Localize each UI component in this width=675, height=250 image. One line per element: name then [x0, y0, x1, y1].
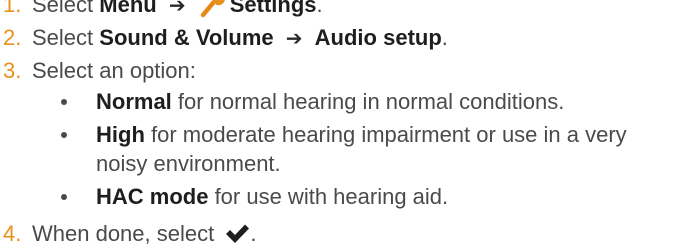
option-desc: for moderate hearing impairment or use i…	[144, 122, 627, 147]
step-suffix: .	[441, 25, 448, 50]
step-suffix: .	[316, 0, 323, 17]
step-suffix: .	[250, 221, 257, 246]
step-number: 2.	[3, 25, 22, 50]
bullet-icon	[61, 194, 67, 200]
step-number: 3.	[3, 58, 22, 83]
step-text: Select Menu ➔ Settings.	[32, 0, 323, 23]
bullet-icon	[61, 132, 67, 138]
step-text: Select an option:	[32, 58, 196, 83]
option-desc: for use with hearing aid.	[208, 184, 449, 209]
step-prefix: When done, select	[32, 221, 215, 246]
sound-volume-term: Sound & Volume	[99, 25, 274, 50]
step-number: 1.	[3, 0, 22, 17]
option-term: Normal	[96, 89, 172, 114]
right-arrow-icon: ➔	[285, 28, 303, 50]
step-3: 3. Select an option:	[0, 54, 675, 87]
bullet-icon	[61, 99, 67, 105]
right-arrow-icon: ➔	[168, 0, 186, 17]
option-text: HAC mode for use with hearing aid.	[96, 182, 448, 211]
step-text: Select Sound & Volume ➔ Audio setup.	[32, 21, 448, 56]
option-text: Normal for normal hearing in normal cond…	[96, 87, 564, 116]
wrench-icon	[200, 0, 225, 18]
option-text: High for moderate hearing impairment or …	[96, 120, 627, 178]
settings-term: Settings	[229, 0, 317, 17]
step-number: 4.	[3, 221, 22, 246]
option-desc-continued: noisy environment.	[96, 151, 281, 176]
step-2: 2. Select Sound & Volume ➔ Audio setup.	[0, 21, 675, 54]
option-high: High for moderate hearing impairment or …	[0, 120, 675, 182]
option-term: HAC mode	[96, 184, 209, 209]
step-1: 1. Select Menu ➔ Settings.	[0, 0, 675, 21]
step-text: When done, select .	[32, 217, 256, 250]
option-desc: for normal hearing in normal conditions.	[171, 89, 565, 114]
step-prefix: Select	[32, 0, 94, 17]
checkmark-icon	[226, 224, 250, 243]
menu-term: Menu	[99, 0, 157, 17]
step-prefix: Select	[32, 25, 94, 50]
instruction-list: 1. Select Menu ➔ Settings. 2. Select Sou…	[0, 0, 675, 250]
option-hac-mode: HAC mode for use with hearing aid.	[0, 182, 675, 217]
audio-setup-term: Audio setup	[314, 25, 442, 50]
option-normal: Normal for normal hearing in normal cond…	[0, 87, 675, 120]
step-4: 4. When done, select .	[0, 217, 675, 250]
option-term: High	[96, 122, 145, 147]
